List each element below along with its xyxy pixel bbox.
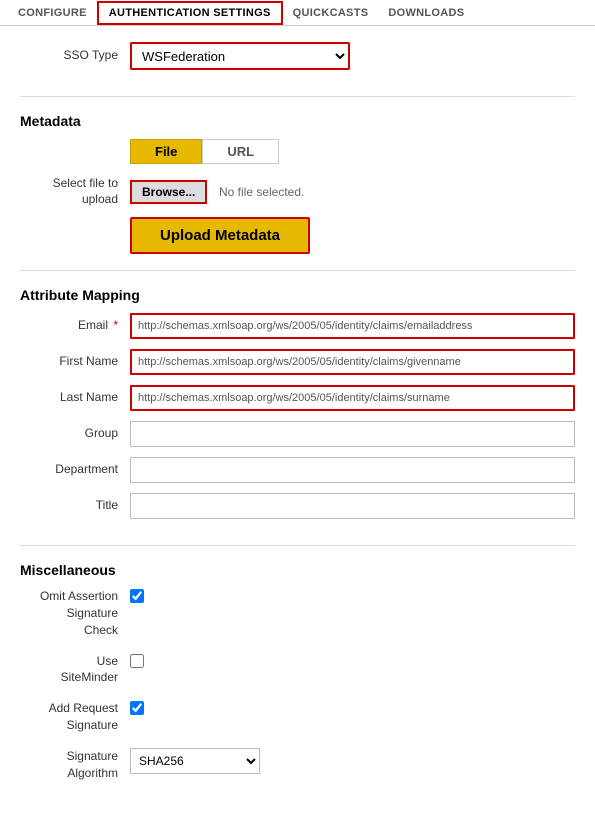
miscellaneous-title: Miscellaneous [20, 562, 575, 578]
email-required: * [113, 318, 118, 332]
add-request-sig-row: Add RequestSignature [20, 700, 575, 734]
main-content: SSO Type WSFederation SAML2 Metadata Fil… [0, 26, 595, 811]
sso-type-wrap: WSFederation SAML2 [130, 42, 575, 70]
title-label: Title [20, 498, 130, 514]
select-file-label: Select file toupload [20, 176, 130, 207]
omit-assertion-row: Omit AssertionSignatureCheck [20, 588, 575, 638]
first-name-row: First Name [20, 349, 575, 375]
first-name-label: First Name [20, 354, 130, 370]
sso-type-select[interactable]: WSFederation SAML2 [130, 42, 350, 70]
browse-button[interactable]: Browse... [130, 180, 207, 204]
omit-assertion-checkbox[interactable] [130, 589, 144, 603]
group-label: Group [20, 426, 130, 442]
metadata-title: Metadata [20, 113, 575, 129]
no-file-text: No file selected. [219, 185, 304, 199]
top-nav: CONFIGURE AUTHENTICATION SETTINGS QUICKC… [0, 0, 595, 26]
group-row: Group [20, 421, 575, 447]
group-input[interactable] [130, 421, 575, 447]
use-siteminder-checkbox[interactable] [130, 654, 144, 668]
browse-wrap: Browse... No file selected. [130, 180, 575, 204]
attribute-mapping-title: Attribute Mapping [20, 287, 575, 303]
url-toggle-btn[interactable]: URL [202, 139, 279, 164]
sig-algorithm-select[interactable]: SHA256 SHA1 SHA384 SHA512 [130, 748, 260, 774]
browse-row: Select file toupload Browse... No file s… [20, 176, 575, 207]
nav-configure[interactable]: CONFIGURE [8, 3, 97, 23]
sso-type-row: SSO Type WSFederation SAML2 [20, 42, 575, 70]
department-row: Department [20, 457, 575, 483]
upload-metadata-button[interactable]: Upload Metadata [130, 217, 310, 254]
group-wrap [130, 421, 575, 447]
last-name-input[interactable] [130, 385, 575, 411]
sig-algorithm-row: SignatureAlgorithm SHA256 SHA1 SHA384 SH… [20, 748, 575, 782]
email-label: Email * [20, 318, 130, 334]
department-input[interactable] [130, 457, 575, 483]
upload-btn-wrap: Upload Metadata [130, 217, 575, 254]
add-request-sig-checkbox[interactable] [130, 701, 144, 715]
title-row: Title [20, 493, 575, 519]
sso-type-label: SSO Type [20, 48, 130, 64]
omit-assertion-label: Omit AssertionSignatureCheck [20, 588, 130, 638]
use-siteminder-label: UseSiteMinder [20, 653, 130, 687]
last-name-label: Last Name [20, 390, 130, 406]
department-label: Department [20, 462, 130, 478]
sso-type-section: SSO Type WSFederation SAML2 [20, 42, 575, 97]
attribute-mapping-section: Attribute Mapping Email * First Name Las… [20, 287, 575, 546]
nav-quickcasts[interactable]: QUICKCASTS [283, 3, 379, 23]
title-wrap [130, 493, 575, 519]
add-request-sig-label: Add RequestSignature [20, 700, 130, 734]
title-input[interactable] [130, 493, 575, 519]
last-name-wrap [130, 385, 575, 411]
first-name-input[interactable] [130, 349, 575, 375]
file-toggle-btn[interactable]: File [130, 139, 202, 164]
nav-downloads[interactable]: DOWNLOADS [378, 3, 474, 23]
file-url-toggle: File URL [130, 139, 575, 164]
metadata-section: Metadata File URL Select file toupload B… [20, 113, 575, 271]
email-row: Email * [20, 313, 575, 339]
miscellaneous-section: Miscellaneous Omit AssertionSignatureChe… [20, 562, 575, 781]
nav-auth-settings[interactable]: AUTHENTICATION SETTINGS [97, 1, 283, 25]
email-input[interactable] [130, 313, 575, 339]
sig-algorithm-label: SignatureAlgorithm [20, 748, 130, 782]
last-name-row: Last Name [20, 385, 575, 411]
first-name-wrap [130, 349, 575, 375]
department-wrap [130, 457, 575, 483]
email-wrap [130, 313, 575, 339]
use-siteminder-row: UseSiteMinder [20, 653, 575, 687]
